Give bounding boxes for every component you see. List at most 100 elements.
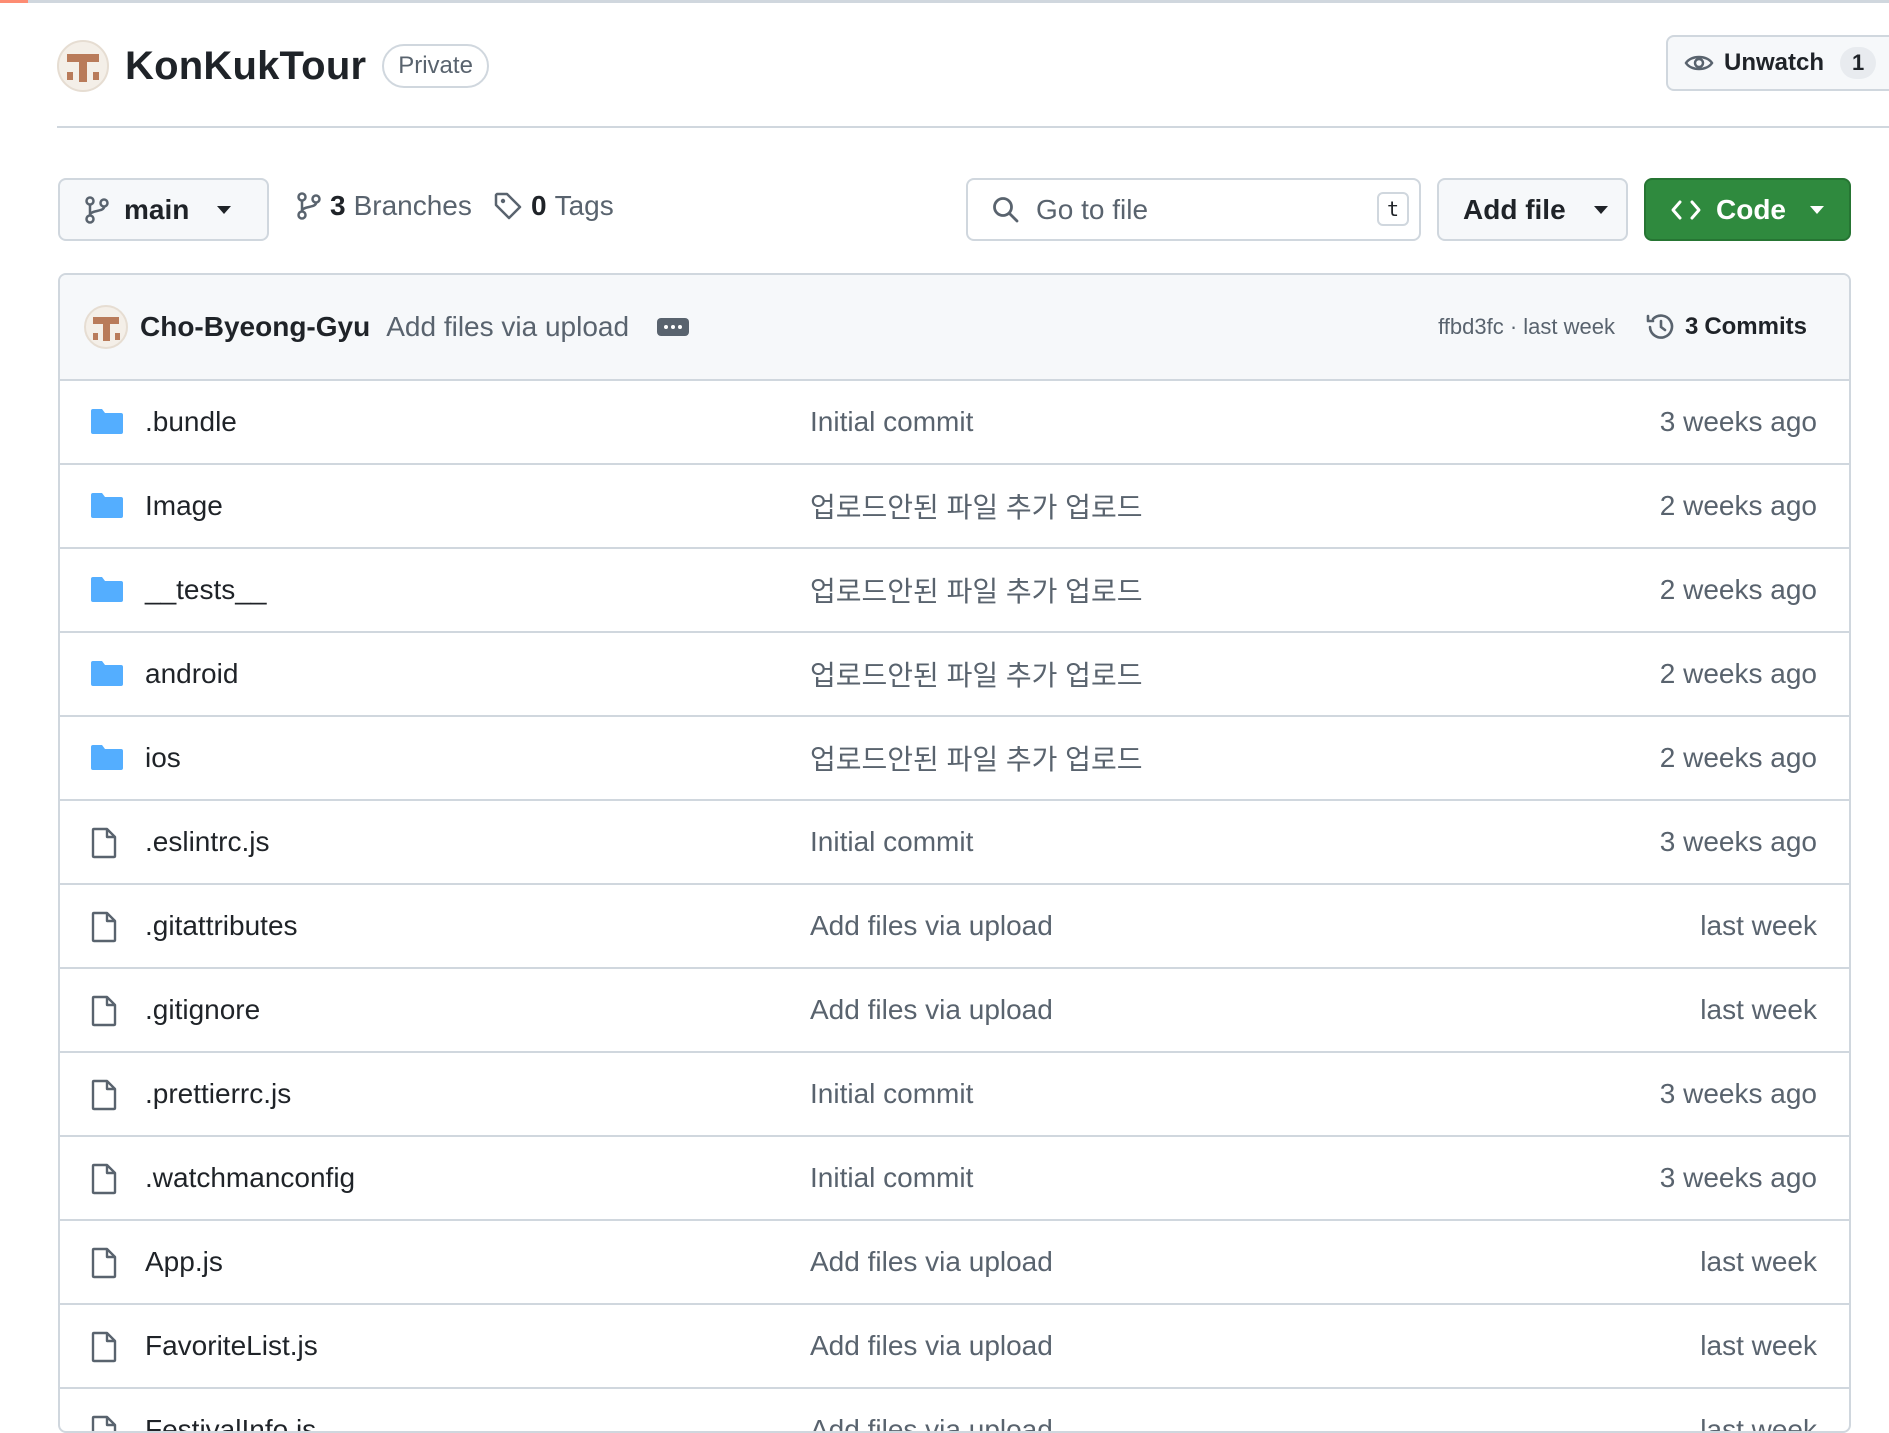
- commit-age: last week: [1700, 994, 1817, 1025]
- table-row[interactable]: FestivalInfo.js Add files via upload last …: [60, 1389, 1849, 1431]
- file-table: Cho-Byeong-Gyu Add files via upload ffbd…: [58, 273, 1851, 1433]
- commit-age: 2 weeks ago: [1659, 742, 1817, 773]
- commit-message-link[interactable]: Add files via upload: [810, 1246, 1053, 1278]
- commit-message-link[interactable]: 업로드안된 파일 추가 업로드: [810, 486, 1142, 526]
- commits-label: Commits: [1704, 313, 1807, 340]
- commit-age: 3 weeks ago: [1659, 1078, 1817, 1109]
- latest-commit-bar: Cho-Byeong-Gyu Add files via upload ffbd…: [60, 275, 1849, 381]
- file-icon: [90, 827, 118, 866]
- folder-icon: [90, 491, 124, 526]
- branches-link[interactable]: 3 Branches: [296, 190, 472, 222]
- commit-message-link[interactable]: Add files via upload: [810, 910, 1053, 942]
- commit-age: last week: [1700, 1330, 1817, 1361]
- watch-count: 1: [1840, 47, 1877, 79]
- chevron-down-icon: [1810, 205, 1824, 214]
- active-tab-accent: [0, 0, 28, 3]
- commit-age: 3 weeks ago: [1659, 1162, 1817, 1193]
- ellipsis-icon[interactable]: [657, 318, 690, 336]
- add-file-button[interactable]: Add file: [1437, 178, 1628, 241]
- commit-message-link[interactable]: Add files via upload: [810, 994, 1053, 1026]
- commits-count: 3: [1684, 313, 1699, 340]
- table-row[interactable]: App.js Add files via upload last week: [60, 1221, 1849, 1305]
- commits-history-link[interactable]: 3 Commits: [1645, 311, 1807, 343]
- file-name-link[interactable]: .bundle: [145, 406, 237, 438]
- commit-author-link[interactable]: Cho-Byeong-Gyu: [140, 311, 370, 343]
- history-icon: [1646, 314, 1674, 339]
- file-name-link[interactable]: .watchmanconfig: [145, 1162, 355, 1194]
- tags-link[interactable]: 0 Tags: [493, 190, 614, 222]
- commit-message-link[interactable]: Initial commit: [810, 826, 973, 858]
- file-name-link[interactable]: .gitattributes: [145, 910, 298, 942]
- unwatch-label: Unwatch: [1724, 49, 1825, 76]
- table-row[interactable]: .prettierrc.js Initial commit 3 weeks ago: [60, 1053, 1849, 1137]
- eye-icon: [1684, 55, 1714, 71]
- file-icon: [90, 1415, 118, 1431]
- chevron-down-icon: [217, 205, 232, 214]
- commit-hash-time[interactable]: ffbd3fc · last week: [1438, 314, 1615, 340]
- repo-owner-avatar[interactable]: [57, 40, 109, 92]
- go-to-file-input[interactable]: Go to file t: [966, 178, 1421, 241]
- search-icon: [993, 196, 1019, 222]
- folder-icon: [90, 407, 124, 442]
- table-row[interactable]: .eslintrc.js Initial commit 3 weeks ago: [60, 801, 1849, 885]
- branch-name: main: [124, 193, 190, 225]
- code-button[interactable]: Code: [1644, 178, 1851, 241]
- keyboard-shortcut-hint: t: [1377, 192, 1409, 226]
- tags-label: Tags: [554, 190, 614, 221]
- file-name-link[interactable]: .eslintrc.js: [145, 826, 269, 858]
- repo-name-link[interactable]: KonKukTour: [125, 44, 366, 89]
- file-name-link[interactable]: android: [145, 658, 238, 690]
- commit-message-link[interactable]: 업로드안된 파일 추가 업로드: [810, 570, 1142, 610]
- file-icon: [90, 911, 118, 950]
- file-icon: [90, 1331, 118, 1370]
- commit-age: last week: [1700, 1246, 1817, 1277]
- commit-message-link[interactable]: Initial commit: [810, 1078, 973, 1110]
- branches-count: 3: [330, 190, 346, 221]
- file-icon: [90, 1163, 118, 1202]
- file-name-link[interactable]: .prettierrc.js: [145, 1078, 291, 1110]
- commit-message-link[interactable]: Initial commit: [810, 406, 973, 438]
- file-name-link[interactable]: .gitignore: [145, 994, 260, 1026]
- code-label: Code: [1716, 193, 1786, 225]
- unwatch-button[interactable]: Unwatch 1: [1666, 35, 1889, 91]
- commit-message-link[interactable]: Add files via upload: [810, 1330, 1053, 1362]
- commit-message-link[interactable]: 업로드안된 파일 추가 업로드: [810, 738, 1142, 778]
- commit-age: 2 weeks ago: [1659, 490, 1817, 521]
- table-row[interactable]: android 업로드안된 파일 추가 업로드 2 weeks ago: [60, 633, 1849, 717]
- search-placeholder: Go to file: [1036, 193, 1149, 225]
- commit-age: 3 weeks ago: [1659, 406, 1817, 437]
- file-name-link[interactable]: App.js: [145, 1246, 223, 1278]
- file-name-link[interactable]: ios: [145, 742, 181, 774]
- file-name-link[interactable]: Image: [145, 490, 223, 522]
- file-name-link[interactable]: __tests__: [145, 574, 266, 606]
- table-row[interactable]: .gitattributes Add files via upload last w…: [60, 885, 1849, 969]
- file-icon: [90, 995, 118, 1034]
- table-row[interactable]: FavoriteList.js Add files via upload last …: [60, 1305, 1849, 1389]
- folder-icon: [90, 659, 124, 694]
- table-row[interactable]: ios 업로드안된 파일 추가 업로드 2 weeks ago: [60, 717, 1849, 801]
- table-row[interactable]: Image 업로드안된 파일 추가 업로드 2 weeks ago: [60, 465, 1849, 549]
- commit-author-avatar[interactable]: [84, 305, 128, 349]
- folder-icon: [90, 743, 124, 778]
- branches-label: Branches: [353, 190, 472, 221]
- commit-age: 2 weeks ago: [1659, 658, 1817, 689]
- file-icon: [90, 1079, 118, 1118]
- table-row[interactable]: .watchmanconfig Initial commit 3 weeks ago: [60, 1137, 1849, 1221]
- header-divider: [57, 126, 1889, 128]
- table-row[interactable]: .bundle Initial commit 3 weeks ago: [60, 381, 1849, 465]
- table-row[interactable]: __tests__ 업로드안된 파일 추가 업로드 2 weeks ago: [60, 549, 1849, 633]
- commit-message-link[interactable]: 업로드안된 파일 추가 업로드: [810, 654, 1142, 694]
- top-border: [0, 0, 1889, 3]
- branch-selector[interactable]: main: [58, 178, 269, 241]
- file-name-link[interactable]: FavoriteList.js: [145, 1330, 318, 1362]
- commit-message-link[interactable]: Add files via upload: [386, 311, 629, 343]
- file-list: .bundle Initial commit 3 weeks ago Image 업로드…: [60, 381, 1849, 1431]
- commit-message-link[interactable]: Initial commit: [810, 1162, 973, 1194]
- commit-message-link[interactable]: Add files via upload: [810, 1414, 1053, 1431]
- chevron-down-icon: [1593, 205, 1608, 214]
- table-row[interactable]: .gitignore Add files via upload last week: [60, 969, 1849, 1053]
- file-name-link[interactable]: FestivalInfo.js: [145, 1414, 316, 1431]
- visibility-badge: Private: [382, 44, 489, 88]
- repo-header: KonKukTour Private: [57, 36, 489, 96]
- git-branch-icon: [85, 195, 109, 224]
